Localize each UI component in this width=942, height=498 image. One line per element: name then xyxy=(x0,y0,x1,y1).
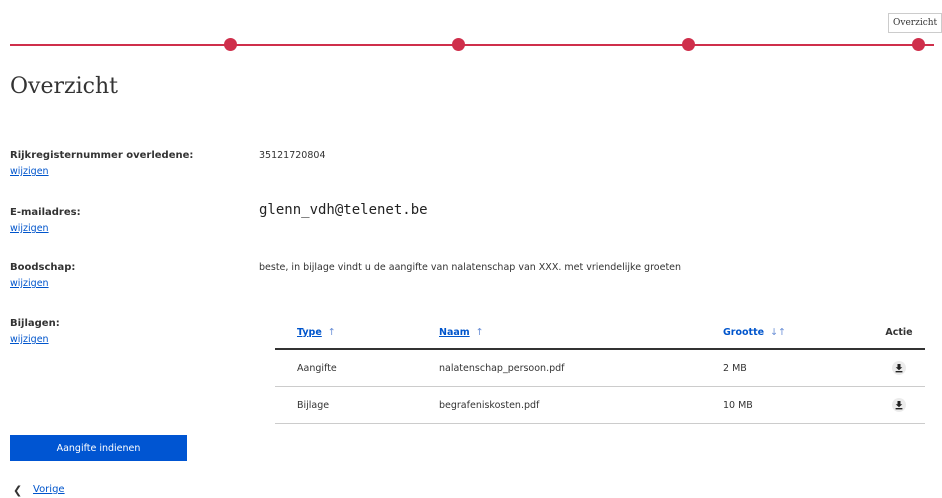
rrn-label: Rijkregisternummer overledene: xyxy=(10,150,194,161)
email-label: E-mailadres: xyxy=(10,207,81,218)
message-label: Boodschap: xyxy=(10,262,76,273)
attachments-table: Type ↑ Naam ↑ Grootte ↓↑ Actie Aangifte nal… xyxy=(275,316,925,424)
previous-link[interactable]: Vorige xyxy=(33,484,65,495)
chevron-left-icon: ❮ xyxy=(13,484,23,497)
email-edit-link[interactable]: wijzigen xyxy=(10,223,49,234)
sort-type-link[interactable]: Type xyxy=(297,327,322,338)
email-value: glenn_vdh@telenet.be xyxy=(259,202,428,218)
step-dot-2[interactable] xyxy=(452,38,465,51)
download-icon[interactable] xyxy=(892,398,906,412)
col-actie-header: Actie xyxy=(873,316,925,350)
submit-declaration-button[interactable]: Aangifte indienen xyxy=(10,435,187,461)
sort-up-icon: ↑ xyxy=(327,326,336,338)
col-grootte-header[interactable]: Grootte ↓↑ xyxy=(701,316,873,350)
cell-type: Aangifte xyxy=(275,349,417,387)
download-icon[interactable] xyxy=(892,361,906,375)
sort-grootte-link[interactable]: Grootte xyxy=(723,327,764,338)
attachments-label: Bijlagen: xyxy=(10,318,60,329)
cell-naam: nalatenschap_persoon.pdf xyxy=(417,349,701,387)
table-row: Bijlage begrafeniskosten.pdf 10 MB xyxy=(275,386,925,424)
step-dot-1[interactable] xyxy=(224,38,237,51)
cell-naam: begrafeniskosten.pdf xyxy=(417,386,701,424)
step-dot-3[interactable] xyxy=(682,38,695,51)
step-dot-4[interactable] xyxy=(912,38,925,51)
rrn-value: 35121720804 xyxy=(259,150,326,161)
cell-grootte: 2 MB xyxy=(701,349,873,387)
attachments-edit-link[interactable]: wijzigen xyxy=(10,334,49,345)
table-header-row: Type ↑ Naam ↑ Grootte ↓↑ Actie xyxy=(275,316,925,350)
col-type-header[interactable]: Type ↑ xyxy=(275,316,417,350)
page-title: Overzicht xyxy=(10,74,118,99)
sort-naam-link[interactable]: Naam xyxy=(439,327,470,338)
rrn-edit-link[interactable]: wijzigen xyxy=(10,166,49,177)
cell-action xyxy=(873,349,925,387)
cell-action xyxy=(873,386,925,424)
table-row: Aangifte nalatenschap_persoon.pdf 2 MB xyxy=(275,349,925,387)
progress-stepper xyxy=(10,44,934,46)
cell-grootte: 10 MB xyxy=(701,386,873,424)
step-tooltip: Overzicht xyxy=(888,13,942,33)
sort-both-icon: ↓↑ xyxy=(770,326,786,338)
message-value: beste, in bijlage vindt u de aangifte va… xyxy=(259,262,682,273)
sort-up-icon: ↑ xyxy=(475,326,484,338)
col-naam-header[interactable]: Naam ↑ xyxy=(417,316,701,350)
cell-type: Bijlage xyxy=(275,386,417,424)
message-edit-link[interactable]: wijzigen xyxy=(10,278,49,289)
